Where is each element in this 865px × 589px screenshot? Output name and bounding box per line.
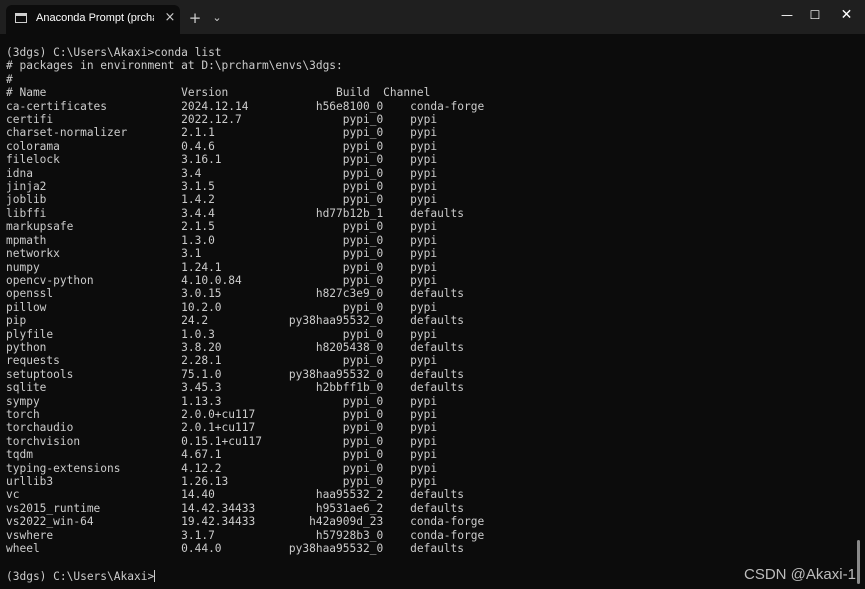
table-row: numpy 1.24.1 pypi_0 pypi (6, 260, 438, 274)
table-row: sqlite 3.45.3 h2bbff1b_0 defaults (6, 381, 465, 395)
table-header: # Name Version Build Channel (6, 86, 431, 100)
table-row: ca-certificates 2024.12.14 h56e8100_0 co… (6, 99, 485, 113)
table-row: markupsafe 2.1.5 pypi_0 pypi (6, 220, 438, 234)
table-row: networkx 3.1 pypi_0 pypi (6, 247, 438, 261)
table-row: mpmath 1.3.0 pypi_0 pypi (6, 233, 438, 247)
tab-anaconda-prompt[interactable]: Anaconda Prompt (prcharm) × (6, 5, 180, 34)
prompt-text: (3dgs) C:\Users\Akaxi> (6, 570, 155, 583)
table-row: jinja2 3.1.5 pypi_0 pypi (6, 180, 438, 194)
table-row: wheel 0.44.0 py38haa95532_0 defaults (6, 542, 465, 556)
table-row: torchaudio 2.0.1+cu117 pypi_0 pypi (6, 421, 438, 435)
table-row: plyfile 1.0.3 pypi_0 pypi (6, 327, 438, 341)
table-row: torch 2.0.0+cu117 pypi_0 pypi (6, 407, 438, 421)
table-row: filelock 3.16.1 pypi_0 pypi (6, 153, 438, 167)
table-row: colorama 0.4.6 pypi_0 pypi (6, 139, 438, 153)
table-row: vs2015_runtime 14.42.34433 h9531ae6_2 de… (6, 501, 465, 515)
table-row: urllib3 1.26.13 pypi_0 pypi (6, 475, 438, 488)
table-row: torchvision 0.15.1+cu117 pypi_0 pypi (6, 434, 438, 448)
title-bar: Anaconda Prompt (prcharm) × + ⌄ — ☐ ✕ (0, 0, 865, 34)
tab-title: Anaconda Prompt (prcharm) (36, 12, 154, 24)
table-row: requests 2.28.1 pypi_0 pypi (6, 354, 438, 368)
new-tab-button[interactable]: + (186, 9, 204, 27)
table-row: charset-normalizer 2.1.1 pypi_0 pypi (6, 126, 438, 140)
command-line: (3dgs) C:\Users\Akaxi>conda list (6, 46, 222, 59)
table-row: libffi 3.4.4 hd77b12b_1 defaults (6, 206, 465, 220)
table-row: vswhere 3.1.7 h57928b3_0 conda-forge (6, 528, 485, 542)
table-row: idna 3.4 pypi_0 pypi (6, 166, 438, 180)
table-row: vc 14.40 haa95532_2 defaults (6, 488, 465, 502)
table-row: tqdm 4.67.1 pypi_0 pypi (6, 448, 438, 462)
terminal-output: (3dgs) C:\Users\Akaxi>conda list # packa… (6, 46, 484, 555)
table-row: joblib 1.4.2 pypi_0 pypi (6, 193, 438, 207)
env-comment: # packages in environment at D:\prcharm\… (6, 59, 343, 73)
close-button[interactable]: ✕ (828, 0, 865, 32)
table-row: pip 24.2 py38haa95532_0 defaults (6, 314, 465, 328)
table-row: vs2022_win-64 19.42.34433 h42a909d_23 co… (6, 515, 485, 529)
tab-close-icon[interactable]: × (162, 9, 178, 27)
text-cursor (154, 570, 156, 582)
table-row: pillow 10.2.0 pypi_0 pypi (6, 300, 438, 314)
table-row: sympy 1.13.3 pypi_0 pypi (6, 394, 438, 408)
watermark: CSDN @Akaxi-1 (744, 566, 856, 583)
chevron-down-icon[interactable]: ⌄ (208, 9, 226, 27)
table-row: python 3.8.20 h8205438_0 defaults (6, 340, 465, 354)
table-row: setuptools 75.1.0 py38haa95532_0 default… (6, 367, 465, 381)
table-row: typing-extensions 4.12.2 pypi_0 pypi (6, 461, 438, 475)
table-row: opencv-python 4.10.0.84 pypi_0 pypi (6, 273, 438, 287)
table-row: certifi 2022.12.7 pypi_0 pypi (6, 113, 438, 127)
comment-line: # (6, 72, 13, 86)
command-prompt[interactable]: (3dgs) C:\Users\Akaxi> (6, 570, 156, 583)
terminal-icon (15, 13, 27, 23)
table-row: openssl 3.0.15 h827c3e9_0 defaults (6, 287, 465, 301)
terminal-area[interactable]: (3dgs) C:\Users\Akaxi>conda list # packa… (0, 34, 865, 589)
